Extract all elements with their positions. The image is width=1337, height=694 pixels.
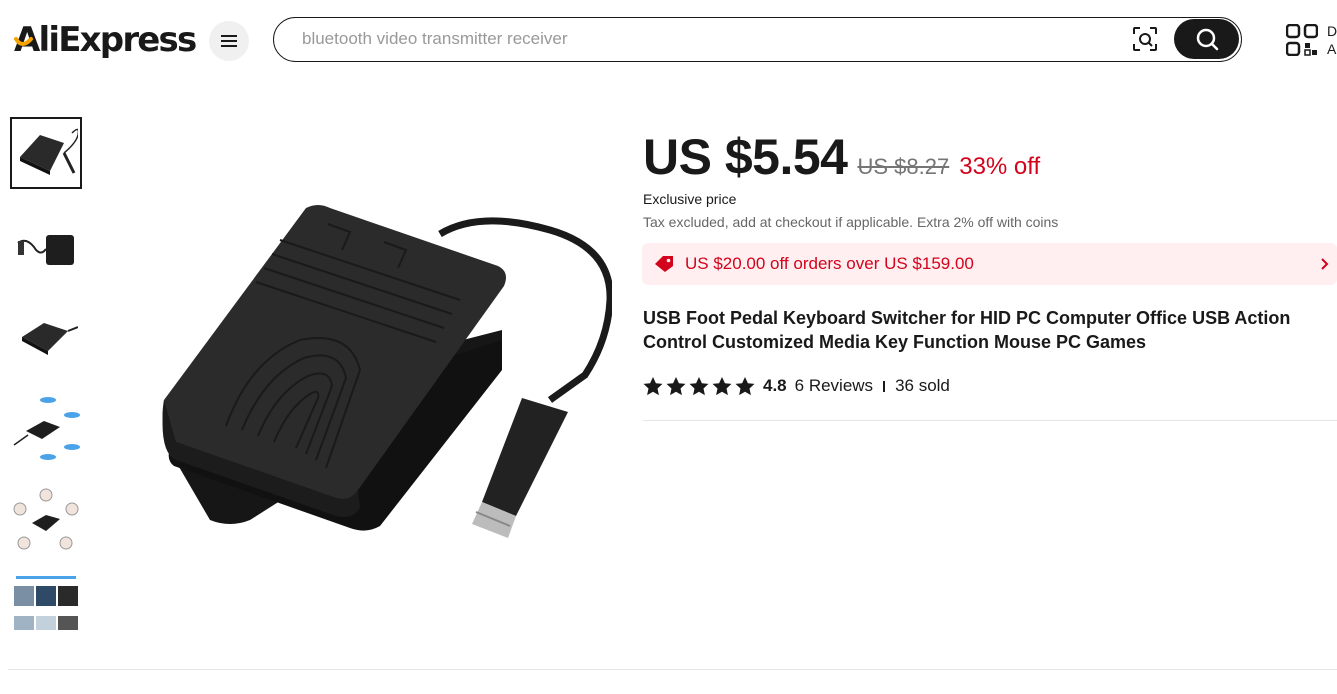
thumbnail-2[interactable]	[10, 212, 82, 284]
foot-pedal-thumbnail-image	[20, 128, 78, 175]
star-icon	[643, 376, 663, 395]
thumbnail-3[interactable]	[10, 300, 82, 372]
sold-count: 36 sold	[895, 376, 950, 395]
star-icon	[666, 376, 686, 395]
chevron-right-icon	[1321, 258, 1329, 270]
thumbnail-5[interactable]	[10, 486, 82, 558]
menu-button[interactable]	[209, 21, 249, 61]
pedal-use-cases-image	[13, 488, 79, 550]
coupon-text: US $20.00 off orders over US $159.00	[685, 254, 974, 273]
star-icon	[712, 376, 732, 395]
pedal-features-image	[13, 397, 80, 460]
rating-row: 4.8 6 Reviews 36 sold	[643, 376, 950, 396]
tax-note: Tax excluded, add at checkout if applica…	[643, 214, 1059, 230]
logo-text: AliExpress	[14, 20, 197, 60]
qr-code-icon[interactable]	[1286, 24, 1318, 56]
separator	[883, 380, 886, 392]
divider	[643, 420, 1337, 421]
search-bar	[273, 17, 1242, 62]
price-row: US $5.54 US $8.27 33% off	[643, 128, 1040, 186]
main-product-image[interactable]	[130, 190, 612, 560]
rating-value: 4.8	[763, 376, 787, 395]
reviews-link[interactable]: 6 Reviews	[795, 376, 873, 396]
hamburger-icon	[221, 35, 237, 47]
search-button[interactable]	[1174, 19, 1239, 59]
discount-badge: 33% off	[959, 153, 1041, 180]
divider	[8, 669, 1337, 670]
star-rating	[643, 376, 755, 396]
search-icon	[1196, 28, 1218, 51]
app-download-label[interactable]: D A	[1327, 22, 1337, 58]
current-price: US $5.54	[643, 129, 848, 185]
search-input[interactable]	[302, 18, 1122, 60]
image-search-button[interactable]	[1130, 24, 1160, 54]
thumbnail-1[interactable]	[10, 117, 82, 189]
original-price: US $8.27	[857, 154, 950, 179]
pedal-applications-image	[14, 576, 78, 630]
star-icon	[735, 376, 755, 395]
pedal-side-view-image	[22, 323, 78, 355]
pedal-with-cable-image	[17, 235, 74, 265]
aliexpress-logo[interactable]: AliExpress	[14, 18, 197, 62]
star-icon	[689, 376, 709, 395]
coupon-banner[interactable]: US $20.00 off orders over US $159.00	[642, 243, 1337, 285]
camera-scan-icon	[1133, 27, 1157, 51]
thumbnail-4[interactable]	[10, 392, 82, 464]
thumbnail-6[interactable]	[10, 574, 82, 630]
tag-icon	[655, 256, 673, 272]
header: AliExpress bluetooth video transmitter r…	[0, 0, 1337, 80]
product-title: USB Foot Pedal Keyboard Switcher for HID…	[643, 308, 1291, 352]
exclusive-price-label: Exclusive price	[643, 191, 737, 207]
